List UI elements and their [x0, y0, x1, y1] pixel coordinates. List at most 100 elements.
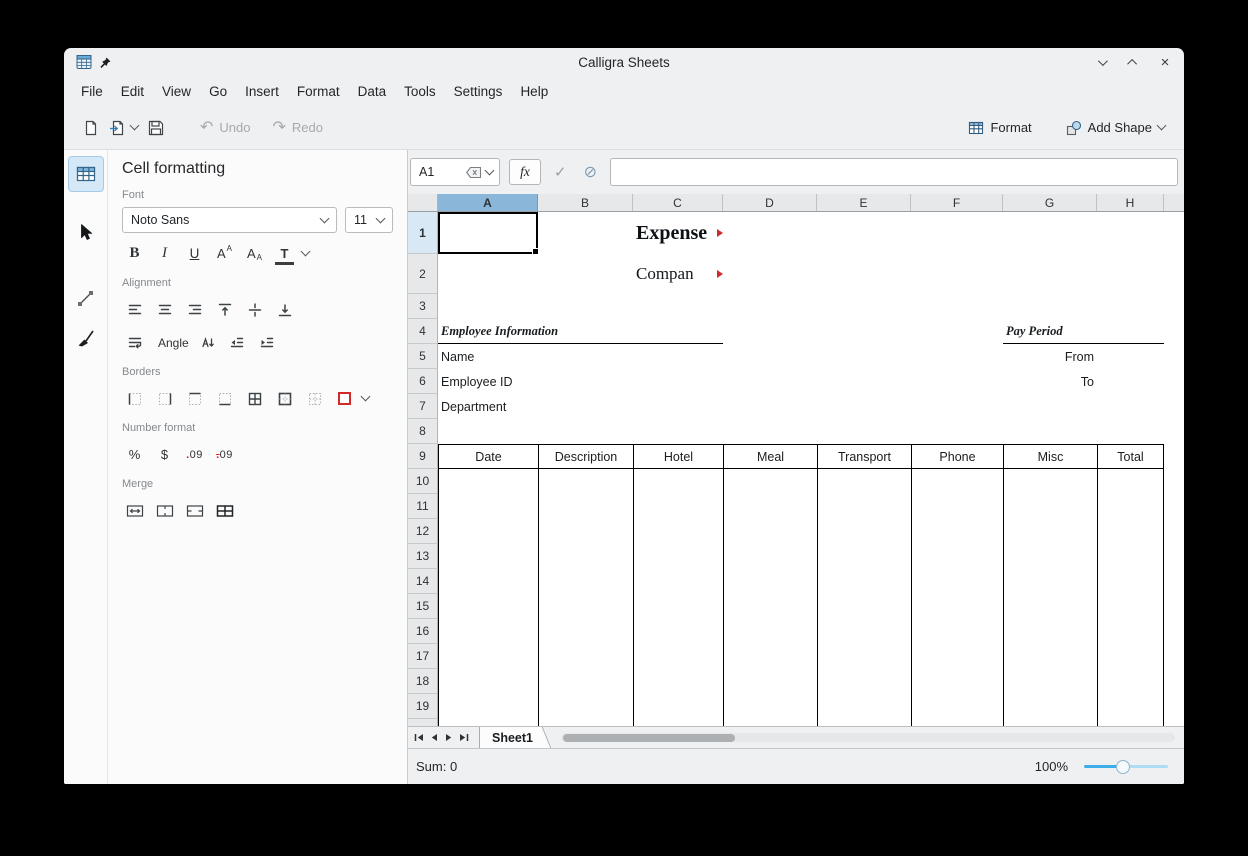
row-header-13[interactable]: 13: [408, 544, 438, 569]
cell-B10[interactable]: [538, 469, 633, 494]
column-header-A[interactable]: A: [438, 194, 538, 211]
row-header-11[interactable]: 11: [408, 494, 438, 519]
cell-B19[interactable]: [538, 694, 633, 719]
column-header-B[interactable]: B: [538, 194, 633, 211]
last-sheet-button[interactable]: [456, 730, 471, 746]
cell-C3[interactable]: [633, 294, 723, 319]
cell-B17[interactable]: [538, 644, 633, 669]
cell-H2[interactable]: [1097, 254, 1164, 294]
cell-F12[interactable]: [911, 519, 1003, 544]
border-color-button[interactable]: [332, 386, 357, 411]
cell-E18[interactable]: [817, 669, 911, 694]
cell-B3[interactable]: [538, 294, 633, 319]
cell-E19[interactable]: [817, 694, 911, 719]
cell-D12[interactable]: [723, 519, 817, 544]
cell-E8[interactable]: [817, 419, 911, 444]
cell-F17[interactable]: [911, 644, 1003, 669]
cell-H7[interactable]: [1097, 394, 1164, 419]
menu-item-view[interactable]: View: [153, 76, 200, 106]
minimize-button[interactable]: [1094, 55, 1108, 69]
cell-C4[interactable]: [633, 319, 723, 344]
merge-vertical-button[interactable]: [182, 498, 207, 523]
cell-H12[interactable]: [1097, 519, 1164, 544]
cell-F15[interactable]: [911, 594, 1003, 619]
cell-A7[interactable]: Department: [438, 394, 538, 419]
cell-D6[interactable]: [723, 369, 817, 394]
apply-formula-icon[interactable]: ✓: [550, 163, 571, 181]
cell-F10[interactable]: [911, 469, 1003, 494]
cell-D5[interactable]: [723, 344, 817, 369]
cell-G4[interactable]: Pay Period: [1003, 319, 1097, 344]
cell-B12[interactable]: [538, 519, 633, 544]
cell-G9[interactable]: Misc: [1003, 444, 1097, 469]
font-size-select[interactable]: 11: [345, 207, 393, 233]
connector-tool-button[interactable]: [68, 280, 104, 316]
cell-F1[interactable]: [911, 212, 1003, 254]
cell-G18[interactable]: [1003, 669, 1097, 694]
border-left-button[interactable]: [122, 386, 147, 411]
cell-G14[interactable]: [1003, 569, 1097, 594]
horizontal-scrollbar-thumb[interactable]: [563, 734, 735, 742]
cell-D15[interactable]: [723, 594, 817, 619]
cell-G1[interactable]: [1003, 212, 1097, 254]
menu-item-insert[interactable]: Insert: [236, 76, 288, 106]
cell-B7[interactable]: [538, 394, 633, 419]
cell-D1[interactable]: [723, 212, 817, 254]
align-middle-button[interactable]: [242, 297, 267, 322]
cell-C13[interactable]: [633, 544, 723, 569]
formula-wizard-button[interactable]: fx: [509, 159, 541, 185]
cell-B13[interactable]: [538, 544, 633, 569]
add-shape-button[interactable]: Add Shape: [1061, 112, 1170, 144]
cell-E1[interactable]: [817, 212, 911, 254]
cell-G7[interactable]: [1003, 394, 1097, 419]
cell-C11[interactable]: [633, 494, 723, 519]
menu-item-data[interactable]: Data: [349, 76, 396, 106]
cell-C9[interactable]: Hotel: [633, 444, 723, 469]
cell-G13[interactable]: [1003, 544, 1097, 569]
cell-E4[interactable]: [817, 319, 911, 344]
cell-A19[interactable]: [438, 694, 538, 719]
cell-B5[interactable]: [538, 344, 633, 369]
cell-A3[interactable]: [438, 294, 538, 319]
calligraphy-tool-button[interactable]: [68, 320, 104, 356]
border-outline-button[interactable]: [272, 386, 297, 411]
cell-H17[interactable]: [1097, 644, 1164, 669]
cell-B4[interactable]: [538, 319, 633, 344]
cancel-formula-icon[interactable]: ⊘: [580, 162, 601, 182]
row-header-16[interactable]: 16: [408, 619, 438, 644]
cell-F4[interactable]: [911, 319, 1003, 344]
column-header-C[interactable]: C: [633, 194, 723, 211]
cell-F20[interactable]: [911, 719, 1003, 726]
cell-C6[interactable]: [633, 369, 723, 394]
cell-B9[interactable]: Description: [538, 444, 633, 469]
cell-E5[interactable]: [817, 344, 911, 369]
align-top-button[interactable]: [212, 297, 237, 322]
italic-button[interactable]: I: [152, 241, 177, 266]
cell-C8[interactable]: [633, 419, 723, 444]
close-button[interactable]: ×: [1158, 55, 1172, 69]
cell-A2[interactable]: [438, 254, 538, 294]
cell-E11[interactable]: [817, 494, 911, 519]
cell-A18[interactable]: [438, 669, 538, 694]
cell-A14[interactable]: [438, 569, 538, 594]
cell-F11[interactable]: [911, 494, 1003, 519]
pin-icon[interactable]: [100, 57, 111, 68]
cell-D9[interactable]: Meal: [723, 444, 817, 469]
border-right-button[interactable]: [152, 386, 177, 411]
zoom-slider-handle[interactable]: [1116, 760, 1130, 774]
precision-decrease-button[interactable]: 09: [212, 442, 237, 467]
cell-G3[interactable]: [1003, 294, 1097, 319]
cell-G16[interactable]: [1003, 619, 1097, 644]
decrease-indent-button[interactable]: [225, 330, 250, 355]
cell-D2[interactable]: [723, 254, 817, 294]
cell-H8[interactable]: [1097, 419, 1164, 444]
cell-C18[interactable]: [633, 669, 723, 694]
cell-A12[interactable]: [438, 519, 538, 544]
angle-button[interactable]: Angle: [158, 330, 189, 355]
cell-A11[interactable]: [438, 494, 538, 519]
cell-F16[interactable]: [911, 619, 1003, 644]
row-header-18[interactable]: 18: [408, 669, 438, 694]
save-button[interactable]: [143, 112, 169, 144]
cell-D19[interactable]: [723, 694, 817, 719]
cell-C2[interactable]: Compan: [633, 254, 723, 294]
